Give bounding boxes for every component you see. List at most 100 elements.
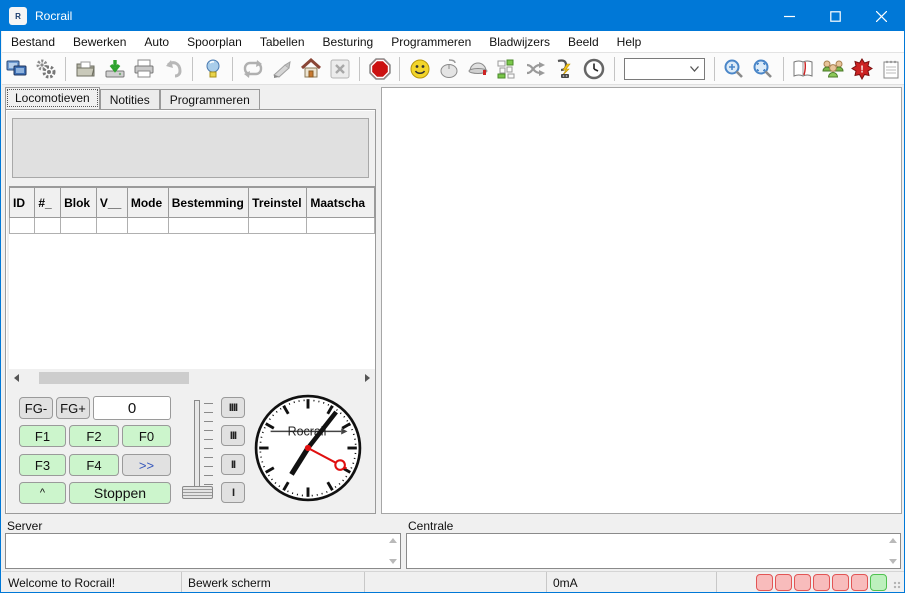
- f4-button[interactable]: F4: [69, 454, 119, 476]
- fg-plus-button[interactable]: FG+: [56, 397, 90, 419]
- cell[interactable]: [10, 218, 35, 234]
- cell[interactable]: [249, 218, 307, 234]
- step-1-button[interactable]: I: [221, 482, 245, 503]
- menu-bar: Bestand Bewerken Auto Spoorplan Tabellen…: [2, 31, 905, 53]
- menu-bestand[interactable]: Bestand: [2, 31, 64, 53]
- f2-button[interactable]: F2: [69, 425, 119, 447]
- maximize-button[interactable]: [812, 1, 858, 31]
- speed-slider[interactable]: [194, 400, 200, 496]
- book-icon[interactable]: [790, 56, 817, 82]
- menu-tabellen[interactable]: Tabellen: [251, 31, 314, 53]
- menu-auto[interactable]: Auto: [135, 31, 178, 53]
- step-4-button[interactable]: IIII: [221, 397, 245, 418]
- home-icon[interactable]: [297, 56, 324, 82]
- track-plan-area[interactable]: [381, 87, 902, 514]
- cell[interactable]: [168, 218, 248, 234]
- col-treinstel[interactable]: Treinstel: [249, 188, 307, 218]
- lightbulb-icon[interactable]: [199, 56, 226, 82]
- led-4: [813, 574, 830, 591]
- menu-spoorplan[interactable]: Spoorplan: [178, 31, 251, 53]
- menu-help[interactable]: Help: [608, 31, 651, 53]
- shuffle-icon[interactable]: [523, 56, 550, 82]
- fg-minus-button[interactable]: FG-: [19, 397, 53, 419]
- minimize-button[interactable]: [766, 1, 812, 31]
- close-button[interactable]: [858, 1, 904, 31]
- zoom-in-icon[interactable]: [721, 56, 748, 82]
- step-2-button[interactable]: II: [221, 454, 245, 475]
- open-folder-icon[interactable]: [72, 56, 99, 82]
- centrale-label: Centrale: [408, 519, 453, 533]
- alert-icon[interactable]: !: [848, 56, 875, 82]
- scroll-left-icon[interactable]: [9, 371, 23, 385]
- zoom-fit-icon[interactable]: [750, 56, 777, 82]
- menu-bladwijzers[interactable]: Bladwijzers: [480, 31, 559, 53]
- col-bestemming[interactable]: Bestemming: [168, 188, 248, 218]
- table-row[interactable]: [10, 218, 375, 234]
- menu-besturing[interactable]: Besturing: [314, 31, 383, 53]
- cell[interactable]: [35, 218, 61, 234]
- slider-handle[interactable]: [182, 486, 213, 499]
- stop-all-button[interactable]: Stoppen: [69, 482, 171, 504]
- horizontal-scrollbar[interactable]: [9, 371, 374, 385]
- col-mode[interactable]: Mode: [127, 188, 168, 218]
- gears-icon[interactable]: [32, 56, 59, 82]
- more-functions-button[interactable]: >>: [122, 454, 171, 476]
- direction-button[interactable]: ^: [19, 482, 66, 504]
- server-label: Server: [7, 519, 42, 533]
- scroll-up-icon: [389, 538, 397, 543]
- smiley-icon[interactable]: [406, 56, 433, 82]
- stop-icon[interactable]: [366, 56, 393, 82]
- power-cable-icon[interactable]: [552, 56, 579, 82]
- left-panel: Locomotieven Notities Programmeren ID #_…: [2, 85, 379, 517]
- step-3-button[interactable]: III: [221, 425, 245, 446]
- blocks-icon[interactable]: [494, 56, 521, 82]
- save-icon[interactable]: [101, 56, 128, 82]
- close-x-icon[interactable]: [326, 56, 353, 82]
- centrale-log[interactable]: [406, 533, 901, 569]
- centrale-log-scrollbar[interactable]: [886, 535, 899, 567]
- scroll-up-icon: [889, 538, 897, 543]
- col-v[interactable]: V__: [96, 188, 127, 218]
- clock-icon[interactable]: [581, 56, 608, 82]
- app-icon: R: [9, 7, 27, 25]
- cell[interactable]: [307, 218, 375, 234]
- led-1: [756, 574, 773, 591]
- locomotive-table[interactable]: ID #_ Blok V__ Mode Bestemming Treinstel…: [9, 186, 375, 369]
- monitors-icon[interactable]: [3, 56, 30, 82]
- cell[interactable]: [96, 218, 127, 234]
- col-id[interactable]: ID: [10, 188, 35, 218]
- resize-grip[interactable]: [893, 581, 903, 591]
- users-icon[interactable]: [819, 56, 846, 82]
- scroll-right-icon[interactable]: [360, 371, 374, 385]
- f3-button[interactable]: F3: [19, 454, 66, 476]
- f1-button[interactable]: F1: [19, 425, 66, 447]
- cell[interactable]: [61, 218, 97, 234]
- status-current: 0mA: [547, 572, 717, 593]
- print-icon[interactable]: [130, 56, 157, 82]
- mouse-icon[interactable]: [435, 56, 462, 82]
- menu-bewerken[interactable]: Bewerken: [64, 31, 135, 53]
- server-log-scrollbar[interactable]: [386, 535, 399, 567]
- f0-button[interactable]: F0: [122, 425, 171, 447]
- tab-locomotieven[interactable]: Locomotieven: [5, 87, 100, 109]
- scrollbar-thumb[interactable]: [39, 372, 189, 384]
- pencil-icon[interactable]: [268, 56, 295, 82]
- tab-notities[interactable]: Notities: [100, 89, 160, 109]
- status-mode: Bewerk scherm: [182, 572, 365, 593]
- loop-icon[interactable]: [239, 56, 266, 82]
- loco-combobox[interactable]: [624, 58, 705, 80]
- menu-beeld[interactable]: Beeld: [559, 31, 608, 53]
- server-log[interactable]: [5, 533, 401, 569]
- tab-programmeren[interactable]: Programmeren: [160, 89, 260, 109]
- col-maatschappij[interactable]: Maatscha: [307, 188, 375, 218]
- cell[interactable]: [127, 218, 168, 234]
- led-5: [832, 574, 849, 591]
- loco-image-placeholder: [12, 118, 369, 178]
- col-addr[interactable]: #_: [35, 188, 61, 218]
- undo-icon[interactable]: [159, 56, 186, 82]
- log-panels: Server Centrale: [2, 517, 905, 571]
- menu-programmeren[interactable]: Programmeren: [382, 31, 480, 53]
- notepad-icon[interactable]: [877, 56, 904, 82]
- helmet-icon[interactable]: [465, 56, 492, 82]
- col-blok[interactable]: Blok: [61, 188, 97, 218]
